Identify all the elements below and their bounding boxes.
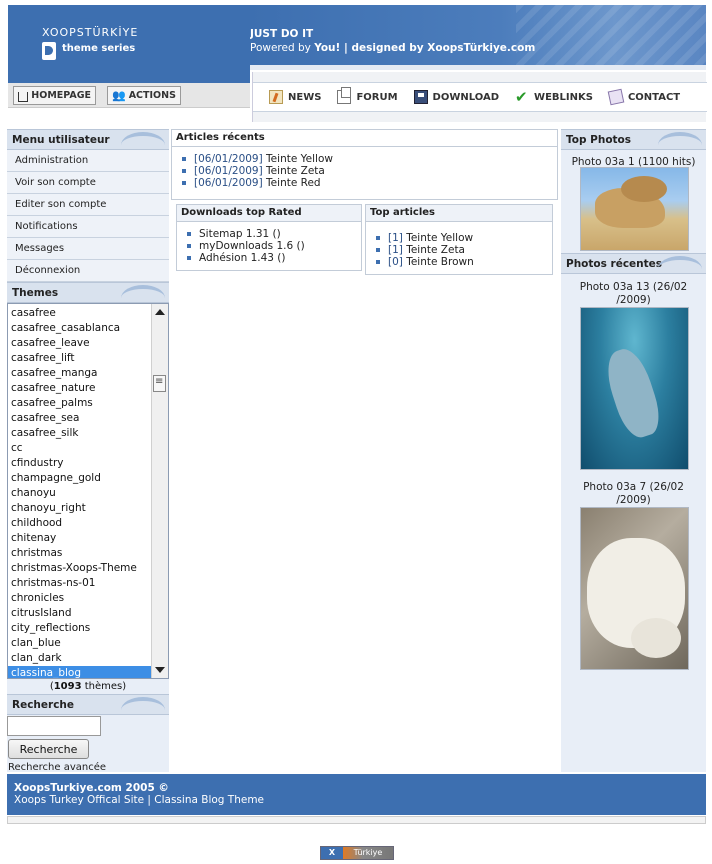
forum-icon	[337, 87, 352, 104]
list-item[interactable]: [06/01/2009] Teinte Zeta	[182, 165, 557, 177]
download-icon	[413, 90, 428, 104]
theme-option[interactable]: cc	[8, 441, 151, 456]
theme-option[interactable]: casafree	[8, 306, 151, 321]
menu-item-logout[interactable]: Déconnexion	[7, 260, 169, 282]
logo-text: XOOPSTÜRKİYE	[42, 26, 139, 39]
list-item[interactable]: [1] Teinte Yellow	[376, 232, 552, 244]
top-articles-title: Top articles	[366, 205, 552, 222]
theme-option[interactable]: childhood	[8, 516, 151, 531]
list-item[interactable]: Adhésion 1.43 ()	[187, 252, 361, 264]
list-item[interactable]: [1] Teinte Zeta	[376, 244, 552, 256]
main-navigation: NEWS FORUM DOWNLOAD ✔ WEBLINKS CONTACT	[252, 72, 707, 122]
header-banner: JUST DO IT Powered by You! | designed by…	[250, 5, 706, 65]
theme-option[interactable]: christmas	[8, 546, 151, 561]
top-button-bar: HOMEPAGE 👥 ACTIONS	[8, 83, 250, 108]
header-credits: Powered by You! | designed by XoopsTürki…	[250, 42, 536, 54]
contact-icon	[607, 88, 625, 106]
logo-subtitle: theme series	[62, 43, 136, 54]
theme-option[interactable]: chanoyu	[8, 486, 151, 501]
menu-item-notifications[interactable]: Notifications	[7, 216, 169, 238]
list-item[interactable]: Sitemap 1.31 ()	[187, 228, 361, 240]
polar-bear-photo[interactable]	[580, 507, 689, 670]
theme-option[interactable]: chanoyu_right	[8, 501, 151, 516]
theme-option[interactable]: citrusIsland	[8, 606, 151, 621]
theme-option[interactable]: chitenay	[8, 531, 151, 546]
theme-option[interactable]: casafree_silk	[8, 426, 151, 441]
actions-button[interactable]: 👥 ACTIONS	[107, 86, 181, 105]
home-icon	[18, 92, 29, 102]
nav-news[interactable]: NEWS	[269, 90, 321, 104]
site-footer: XoopsTurkiye.com 2005 © Xoops Turkey Off…	[7, 774, 706, 815]
theme-option[interactable]: classina_blog	[8, 666, 151, 678]
theme-option[interactable]: city_reflections	[8, 621, 151, 636]
themes-title: Themes	[7, 282, 169, 303]
advanced-search-link[interactable]: Recherche avancée	[8, 762, 106, 773]
recent-photos-title: Photos récentes	[561, 253, 706, 274]
scroll-down-icon[interactable]	[155, 667, 165, 673]
right-sidebar: Top Photos Photo 03a 1 (1100 hits) Photo…	[561, 129, 706, 772]
nav-contact[interactable]: CONTACT	[607, 88, 680, 106]
theme-option[interactable]: casafree_leave	[8, 336, 151, 351]
recent-photo-caption-1[interactable]: Photo 03a 13 (26/02/2009)	[561, 281, 706, 307]
camel-photo[interactable]	[580, 167, 689, 251]
theme-option[interactable]: clan_dark	[8, 651, 151, 666]
left-sidebar: Menu utilisateur Administration Voir son…	[7, 129, 169, 772]
user-menu-title: Menu utilisateur	[7, 129, 169, 150]
search-input[interactable]	[7, 716, 101, 736]
scrollbar[interactable]	[151, 304, 168, 678]
downloads-block: Downloads top Rated Sitemap 1.31 () myDo…	[176, 204, 362, 271]
nav-forum[interactable]: FORUM	[337, 87, 398, 104]
search-button[interactable]: Recherche	[8, 739, 89, 759]
theme-option[interactable]: chronicles	[8, 591, 151, 606]
menu-item-edit-account[interactable]: Editer son compte	[7, 194, 169, 216]
checkmark-icon: ✔	[515, 88, 528, 106]
dolphin-photo[interactable]	[580, 307, 689, 470]
news-icon	[269, 90, 283, 104]
menu-item-view-account[interactable]: Voir son compte	[7, 172, 169, 194]
themes-count: (1093 thèmes)	[49, 681, 127, 692]
list-item[interactable]: [06/01/2009] Teinte Red	[182, 177, 557, 189]
theme-option[interactable]: casafree_manga	[8, 366, 151, 381]
menu-item-administration[interactable]: Administration	[7, 150, 169, 172]
list-item[interactable]: myDownloads 1.6 ()	[187, 240, 361, 252]
top-articles-block: Top articles [1] Teinte Yellow [1] Teint…	[365, 204, 553, 275]
recent-articles-title: Articles récents	[172, 130, 557, 147]
theme-option[interactable]: casafree_lift	[8, 351, 151, 366]
downloads-title: Downloads top Rated	[177, 205, 361, 222]
theme-option[interactable]: christmas-ns-01	[8, 576, 151, 591]
people-icon: 👥	[112, 89, 126, 102]
recent-photo-caption-2[interactable]: Photo 03a 7 (26/02/2009)	[561, 481, 706, 507]
homepage-button[interactable]: HOMEPAGE	[13, 86, 96, 105]
theme-option[interactable]: clan_blue	[8, 636, 151, 651]
nav-weblinks[interactable]: ✔ WEBLINKS	[515, 88, 593, 106]
theme-option[interactable]: casafree_casablanca	[8, 321, 151, 336]
search-title: Recherche	[7, 694, 169, 715]
list-item[interactable]: [0] Teinte Brown	[376, 256, 552, 268]
header-slogan: JUST DO IT	[250, 28, 314, 40]
logo-mark-icon	[42, 42, 56, 60]
theme-option[interactable]: casafree_palms	[8, 396, 151, 411]
badge-logo-icon: X	[321, 847, 343, 859]
footer-credits: Xoops Turkey Offical Site | Classina Blo…	[14, 794, 265, 806]
scroll-thumb[interactable]	[153, 375, 166, 392]
xoops-turkiye-badge[interactable]: X Türkiye	[320, 846, 394, 860]
theme-option[interactable]: casafree_nature	[8, 381, 151, 396]
site-logo: XOOPSTÜRKİYE theme series	[8, 5, 250, 83]
top-photos-title: Top Photos	[561, 129, 706, 150]
footer-copyright: XoopsTurkiye.com 2005 ©	[14, 782, 169, 794]
nav-download[interactable]: DOWNLOAD	[413, 90, 499, 104]
recent-articles-block: Articles récents [06/01/2009] Teinte Yel…	[171, 129, 558, 200]
theme-option[interactable]: cfindustry	[8, 456, 151, 471]
menu-item-messages[interactable]: Messages	[7, 238, 169, 260]
theme-option[interactable]: christmas-Xoops-Theme	[8, 561, 151, 576]
theme-select-list[interactable]: casafree casafree_casablanca casafree_leav…	[7, 303, 169, 679]
theme-option[interactable]: champagne_gold	[8, 471, 151, 486]
list-item[interactable]: [06/01/2009] Teinte Yellow	[182, 153, 557, 165]
theme-option[interactable]: casafree_sea	[8, 411, 151, 426]
scroll-up-icon[interactable]	[155, 309, 165, 315]
